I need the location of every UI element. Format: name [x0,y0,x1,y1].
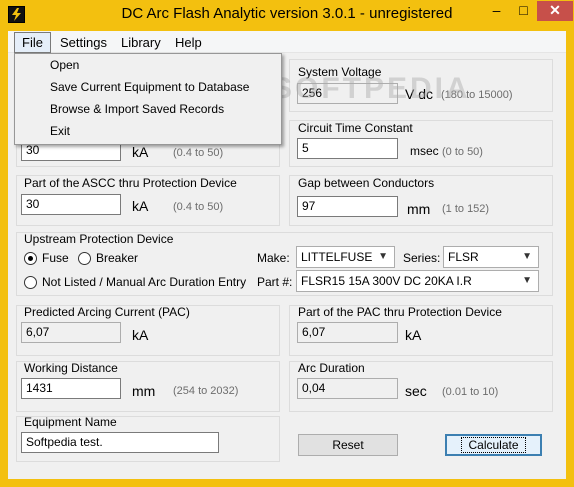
make-select[interactable]: LITTELFUSE ▼ [296,246,395,268]
equipment-label: Equipment Name [24,415,117,429]
calculate-button-label: Calculate [461,437,526,453]
menu-library[interactable]: Library [114,33,168,52]
part-number-label: Part #: [257,275,293,289]
not-listed-radio-label[interactable]: Not Listed / Manual Arc Duration Entry [42,275,246,289]
menu-item-open[interactable]: Open [50,58,79,72]
menu-help[interactable]: Help [168,33,209,52]
circuit-time-constant-field[interactable]: 5 [297,138,398,159]
part-ascc-label: Part of the ASCC thru Protection Device [24,176,237,190]
equipment-name-field[interactable]: Softpedia test. [21,432,219,453]
maximize-button[interactable]: □ [510,1,537,21]
part-pac-unit: kA [405,327,422,343]
menu-settings[interactable]: Settings [53,33,114,52]
minimize-button[interactable]: – [483,1,510,21]
ascc-range: (0.4 to 50) [173,147,224,159]
working-distance-unit: mm [132,383,156,399]
gap-label: Gap between Conductors [298,176,435,190]
calculate-button[interactable]: Calculate [445,434,542,456]
fuse-radio[interactable] [24,252,37,265]
chevron-down-icon: ▼ [522,275,532,286]
breaker-radio-label[interactable]: Breaker [96,251,138,265]
arc-duration-field[interactable]: 0,04 [297,378,398,399]
protection-label: Upstream Protection Device [24,232,174,246]
part-ascc-range: (0.4 to 50) [173,201,224,213]
part-pac-label: Part of the PAC thru Protection Device [298,305,502,319]
arc-duration-label: Arc Duration [298,361,365,375]
working-distance-label: Working Distance [24,361,118,375]
not-listed-radio[interactable] [24,276,37,289]
arc-duration-range: (0.01 to 10) [442,386,499,398]
working-distance-range: (254 to 2032) [173,385,239,397]
series-label: Series: [403,251,441,265]
make-select-value: LITTELFUSE [301,250,373,264]
breaker-radio[interactable] [78,252,91,265]
series-select[interactable]: FLSR ▼ [443,246,539,268]
pac-field[interactable]: 6,07 [21,322,121,343]
circuit-time-constant-unit: msec [410,144,439,158]
gap-field[interactable]: 97 [297,196,398,217]
chevron-down-icon: ▼ [378,251,388,262]
reset-button[interactable]: Reset [298,434,398,456]
fuse-radio-label[interactable]: Fuse [42,251,69,265]
menu-item-browse-import[interactable]: Browse & Import Saved Records [50,102,224,116]
circuit-time-constant-label: Circuit Time Constant [298,121,413,135]
softpedia-watermark: SOFTPEDIA [272,72,471,105]
series-select-value: FLSR [448,250,479,264]
arc-duration-unit: sec [405,383,427,399]
part-pac-field[interactable]: 6,07 [297,322,398,343]
gap-range: (1 to 152) [442,203,490,215]
part-number-select[interactable]: FLSR15 15A 300V DC 20KA I.R ▼ [296,270,539,292]
ascc-unit: kA [132,144,149,160]
chevron-down-icon: ▼ [522,251,532,262]
pac-label: Predicted Arcing Current (PAC) [24,305,190,319]
make-label: Make: [257,251,290,265]
part-ascc-unit: kA [132,198,149,214]
part-number-select-value: FLSR15 15A 300V DC 20KA I.R [301,274,472,288]
part-ascc-field[interactable]: 30 [21,194,121,215]
gap-unit: mm [407,201,431,217]
menu-item-exit[interactable]: Exit [50,124,70,138]
menu-file[interactable]: File [14,32,51,53]
pac-unit: kA [132,327,149,343]
close-button[interactable]: ✕ [537,1,573,21]
working-distance-field[interactable]: 1431 [21,378,121,399]
circuit-time-constant-range: (0 to 50) [442,146,483,158]
menu-item-save-equipment[interactable]: Save Current Equipment to Database [50,80,249,94]
